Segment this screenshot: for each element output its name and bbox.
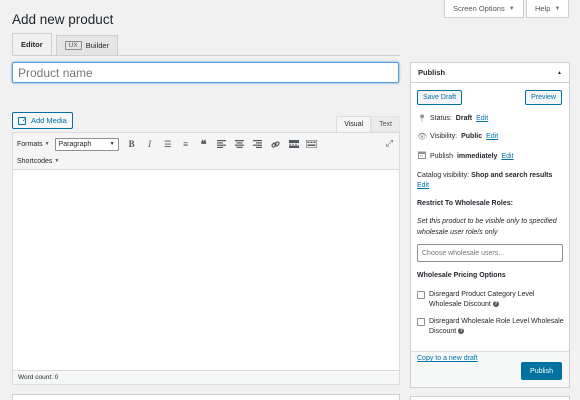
read-more-icon[interactable] (287, 138, 301, 151)
help-icon[interactable]: ? (458, 328, 465, 335)
formats-menu[interactable]: Formats ▼ (17, 141, 50, 148)
visibility-value: Public (461, 133, 483, 140)
visibility-row: 👁︎ Visibility: Public Edit (417, 132, 498, 141)
tabs-divider (12, 55, 400, 56)
ux-badge: UX (64, 41, 82, 50)
caret-down-icon: ▼ (508, 5, 515, 12)
catalog-visibility: Catalog visibility: Shop and search resu… (417, 171, 567, 190)
screen-options-label: Screen Options (453, 4, 505, 13)
fullscreen-icon[interactable]: ⤢ (386, 138, 393, 149)
status-row: 📍︎ Status: Draft Edit (417, 114, 488, 123)
tab-builder-label: Builder (85, 41, 110, 50)
edit-schedule-link[interactable]: Edit (501, 153, 513, 160)
visibility-label: Visibility: (430, 133, 458, 140)
screen-options-button[interactable]: Screen Options ▼ (444, 0, 524, 18)
word-count: Word count: 0 (13, 370, 399, 384)
numbered-list-icon[interactable]: ≡ (179, 138, 193, 151)
option2-label: Disregard Wholesale Role Level Wholesale… (429, 318, 564, 335)
bold-icon[interactable]: B (125, 138, 139, 151)
align-right-icon[interactable] (251, 138, 265, 151)
tab-visual[interactable]: Visual (336, 116, 372, 132)
edit-catalog-link[interactable]: Edit (417, 182, 429, 189)
save-draft-button[interactable]: Save Draft (417, 90, 463, 105)
option-role-discount: Disregard Wholesale Role Level Wholesale… (417, 317, 567, 337)
publish-title: Publish (418, 68, 446, 77)
option-category-discount: Disregard Product Category Level Wholesa… (417, 290, 567, 310)
caret-down-icon: ▼ (554, 5, 561, 12)
caret-down-icon: ▼ (54, 158, 60, 164)
blockquote-icon[interactable]: ❝ (197, 138, 211, 151)
tab-text[interactable]: Text (371, 116, 400, 132)
italic-icon[interactable]: I (143, 138, 157, 151)
link-icon[interactable] (269, 138, 283, 151)
collapse-arrow-icon[interactable]: ▲ (557, 70, 562, 76)
option1-label: Disregard Product Category Level Wholesa… (429, 291, 535, 308)
restrict-description: Set this product to be visible only to s… (417, 218, 557, 236)
add-media-button[interactable]: Add Media (12, 112, 73, 129)
status-value: Draft (455, 115, 473, 122)
formats-label: Formats (17, 140, 43, 148)
caret-down-icon: ▼ (109, 141, 115, 147)
align-left-icon[interactable] (215, 138, 229, 151)
pin-icon: 📍︎ (417, 114, 428, 123)
caret-down-icon: ▼ (44, 141, 50, 147)
category-discount-checkbox[interactable] (417, 291, 425, 299)
next-metabox (12, 394, 400, 400)
eye-icon: 👁︎ (417, 132, 428, 141)
shortcodes-menu[interactable]: Shortcodes ▼ (17, 158, 59, 165)
wholesale-pricing-title: Wholesale Pricing Options (417, 272, 506, 279)
editor-tabs: Editor UX Builder (12, 33, 119, 55)
publish-button[interactable]: Publish (521, 362, 562, 380)
copy-to-draft-link[interactable]: Copy to a new draft (417, 355, 478, 362)
paragraph-select[interactable]: Paragraph ▼ (54, 137, 119, 151)
media-icon (18, 114, 28, 125)
content-editor: Formats ▼ Paragraph ▼ B I ☰ ≡ ❝ Shortcod… (12, 132, 400, 385)
status-label: Status: (430, 115, 452, 122)
editor-mode-tabs: Visual Text (336, 116, 400, 132)
toolbar-toggle-icon[interactable] (305, 138, 319, 151)
catalog-label: Catalog visibility: (417, 172, 470, 179)
editor-toolbar: Formats ▼ Paragraph ▼ B I ☰ ≡ ❝ Shortcod… (13, 133, 399, 170)
tab-ux-builder[interactable]: UX Builder (55, 35, 119, 55)
help-button[interactable]: Help ▼ (526, 0, 570, 18)
editor-content-area[interactable] (13, 170, 399, 369)
catalog-value: Shop and search results (471, 172, 553, 179)
publish-box: Publish ▲ Save Draft Preview 📍︎ Status: … (410, 62, 570, 388)
help-label: Help (535, 4, 551, 13)
page-title: Add new product (12, 12, 114, 27)
publish-value: immediately (456, 152, 498, 160)
publish-header[interactable]: Publish ▲ (411, 63, 569, 83)
preview-button[interactable]: Preview (525, 90, 562, 105)
calendar-icon (417, 151, 426, 161)
tab-editor-label: Editor (21, 40, 43, 49)
publish-label: Publish (430, 152, 453, 160)
tab-editor[interactable]: Editor (12, 33, 52, 55)
help-icon[interactable]: ? (492, 301, 499, 308)
bullet-list-icon[interactable]: ☰ (161, 138, 175, 151)
add-media-label: Add Media (31, 116, 67, 125)
next-sidebar-box (410, 396, 570, 400)
paragraph-label: Paragraph (58, 140, 92, 148)
product-name-input[interactable] (12, 62, 399, 83)
edit-status-link[interactable]: Edit (476, 115, 488, 122)
publish-footer: Copy to a new draft Publish (411, 351, 569, 387)
restrict-title: Restrict To Wholesale Roles: (417, 200, 513, 207)
schedule-row: Publish immediately Edit (417, 151, 514, 161)
edit-visibility-link[interactable]: Edit (486, 133, 498, 140)
shortcodes-label: Shortcodes (17, 157, 53, 165)
role-discount-checkbox[interactable] (417, 318, 425, 326)
align-center-icon[interactable] (233, 138, 247, 151)
wholesale-users-input[interactable]: Choose wholesale users... (417, 244, 563, 262)
